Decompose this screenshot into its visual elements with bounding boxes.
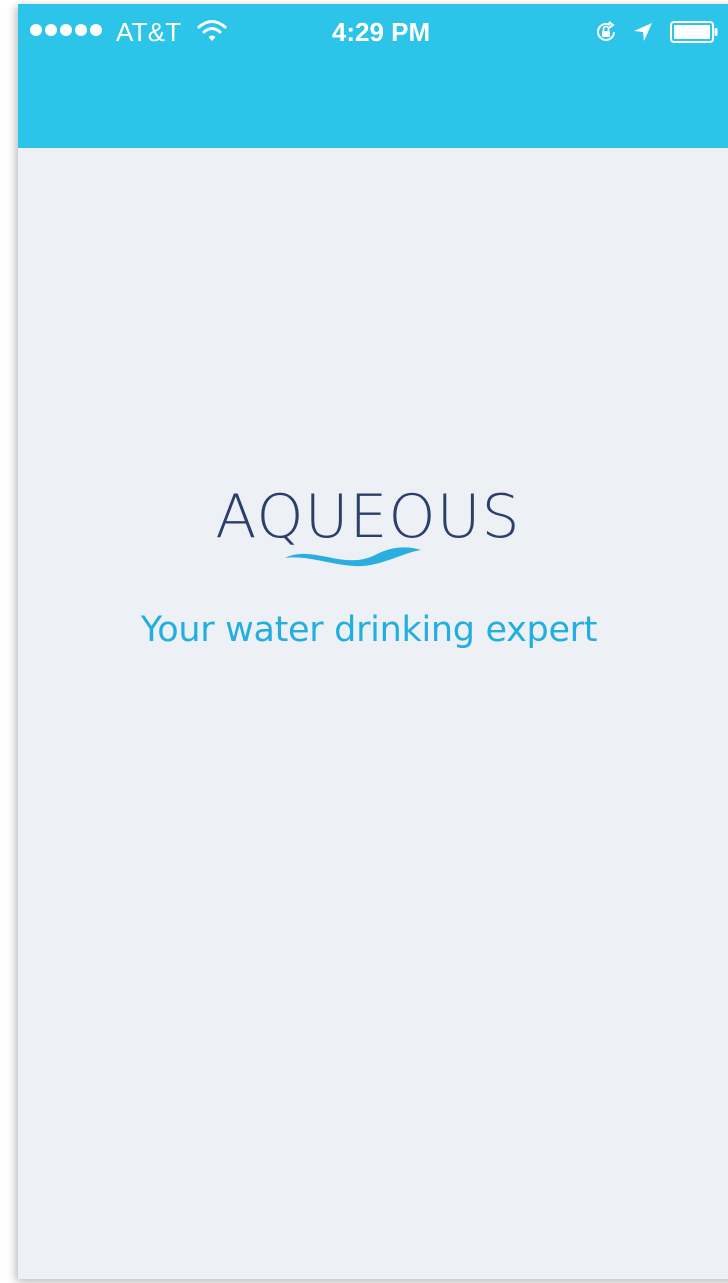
status-time: 4:29 PM: [331, 17, 431, 47]
location-arrow-icon: [634, 23, 652, 41]
app-logo: AQUEOUS: [215, 472, 520, 567]
rotation-lock-icon: [597, 21, 615, 41]
wifi-icon: [197, 20, 227, 41]
water-wave-icon: [285, 547, 422, 567]
device-frame: AT&T 4:29 PM AQUEOUS Your water drinking…: [0, 0, 728, 1283]
app-header: AT&T 4:29 PM: [18, 4, 728, 148]
tagline: Your water drinking expert: [140, 610, 598, 650]
brand-block: AQUEOUS: [18, 472, 718, 567]
app-screen: AT&T 4:29 PM AQUEOUS Your water drinking…: [18, 4, 728, 1279]
status-bar: AT&T 4:29 PM: [18, 4, 728, 60]
signal-dots-icon: [30, 24, 102, 36]
carrier-label: AT&T: [116, 17, 182, 47]
battery-icon: [670, 21, 718, 43]
